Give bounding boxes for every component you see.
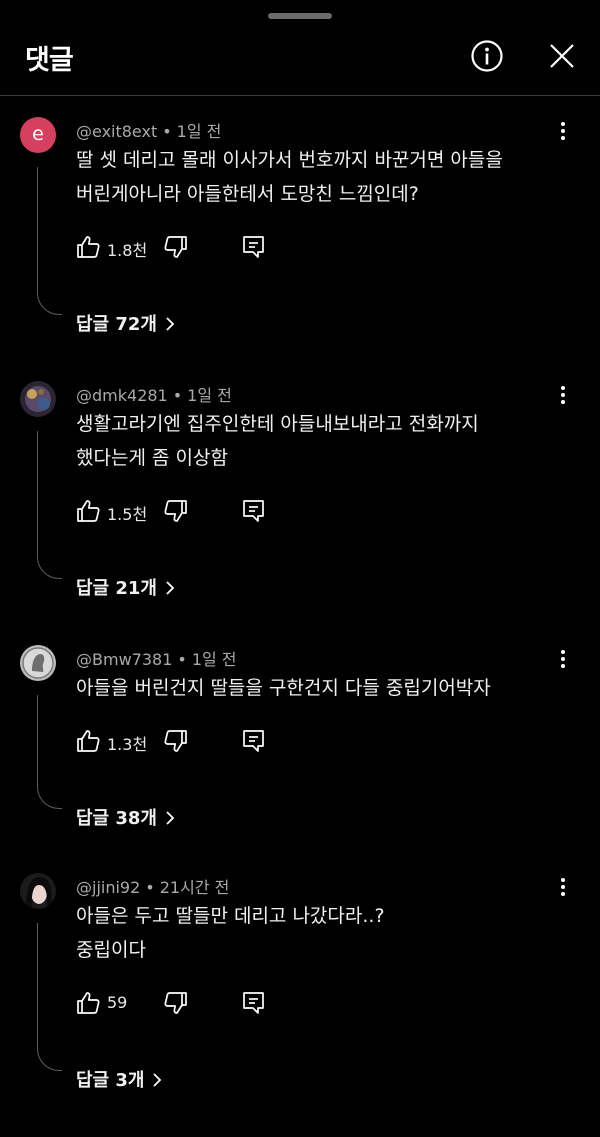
chevron-right-icon xyxy=(163,579,177,597)
comment-time: 1일 전 xyxy=(191,650,237,669)
like-count: 1.5천 xyxy=(107,505,148,524)
like-count: 1.3천 xyxy=(107,735,148,754)
thumbs-up-icon[interactable] xyxy=(74,497,102,525)
header-divider xyxy=(0,95,600,96)
comment-text: 딸 셋 데리고 몰래 이사가서 번호까지 바꾼거면 아들을 버린게아니라 아들한… xyxy=(76,143,556,211)
thumbs-down-icon[interactable] xyxy=(162,989,190,1017)
thread-line xyxy=(37,431,62,579)
info-icon[interactable] xyxy=(470,39,504,73)
comment-item: @Bmw7381 • 1일 전 아들을 버린건지 딸들을 구한건지 다들 중립기어박… xyxy=(0,645,600,909)
thumbs-down-icon[interactable] xyxy=(162,497,190,525)
more-options-icon[interactable] xyxy=(551,875,575,899)
thread-line xyxy=(37,923,62,1071)
comment-line: 아들을 버린건지 딸들을 구한건지 다들 중립기어박자 xyxy=(76,677,491,699)
more-options-icon[interactable] xyxy=(551,119,575,143)
thumbs-up-icon[interactable] xyxy=(74,989,102,1017)
thumbs-down-icon[interactable] xyxy=(162,727,190,755)
view-replies-button[interactable]: 답글 72개 xyxy=(76,310,177,336)
comment-time: 1일 전 xyxy=(187,386,232,405)
comment-author[interactable]: @jjini92 xyxy=(76,878,140,897)
comment-line: 했다는게 좀 이상함 xyxy=(76,447,228,469)
comment-text: 생활고라기엔 집주인한테 아들내보내라고 전화까지 했다는게 좀 이상함 xyxy=(76,407,556,475)
comment-author[interactable]: @dmk4281 xyxy=(76,386,168,405)
separator-dot: • xyxy=(172,386,183,405)
view-replies-button[interactable]: 답글 21개 xyxy=(76,574,177,600)
comment-line: 중립이다 xyxy=(76,939,146,961)
view-replies-button[interactable]: 답글 3개 xyxy=(76,1066,164,1092)
comment-meta: @exit8ext • 1일 전 xyxy=(76,118,221,142)
reply-icon[interactable] xyxy=(240,727,268,755)
thumbs-down-icon[interactable] xyxy=(162,233,190,261)
chevron-right-icon xyxy=(163,315,177,333)
comment-text: 아들을 버린건지 딸들을 구한건지 다들 중립기어박자 xyxy=(76,671,556,705)
comment-author[interactable]: @Bmw7381 xyxy=(76,650,172,669)
reply-icon[interactable] xyxy=(240,497,268,525)
close-icon[interactable] xyxy=(546,40,578,72)
replies-label: 답글 72개 xyxy=(76,314,157,335)
avatar[interactable] xyxy=(20,645,56,681)
replies-label: 답글 21개 xyxy=(76,578,157,599)
comment-item: e @exit8ext • 1일 전 딸 셋 데리고 몰래 이사가서 번호까지 바꾼… xyxy=(0,117,600,381)
separator-dot: • xyxy=(177,650,187,669)
like-count: 1.8천 xyxy=(107,241,148,260)
replies-label: 답글 38개 xyxy=(76,808,157,829)
comment-line: 버린게아니라 아들한테서 도망친 느낌인데? xyxy=(76,183,419,205)
comment-author[interactable]: @exit8ext xyxy=(76,122,157,141)
comment-meta: @dmk4281 • 1일 전 xyxy=(76,382,232,406)
avatar[interactable] xyxy=(20,381,56,417)
reply-icon[interactable] xyxy=(240,233,268,261)
thread-line xyxy=(37,695,62,809)
comment-text: 아들은 두고 딸들만 데리고 나갔다라..? 중립이다 xyxy=(76,899,556,967)
thumbs-up-icon[interactable] xyxy=(74,727,102,755)
drag-handle[interactable] xyxy=(268,13,332,19)
separator-dot: • xyxy=(162,122,172,141)
chevron-right-icon xyxy=(163,809,177,827)
comment-item: @jjini92 • 21시간 전 아들은 두고 딸들만 데리고 나갔다라..? 중… xyxy=(0,873,600,1137)
avatar[interactable]: e xyxy=(20,117,56,153)
like-count: 59 xyxy=(107,993,128,1012)
comment-time: 1일 전 xyxy=(176,122,222,141)
view-replies-button[interactable]: 답글 38개 xyxy=(76,804,177,830)
comment-line: 딸 셋 데리고 몰래 이사가서 번호까지 바꾼거면 아들을 xyxy=(76,149,503,171)
thumbs-up-icon[interactable] xyxy=(74,233,102,261)
replies-label: 답글 3개 xyxy=(76,1070,145,1091)
separator-dot: • xyxy=(145,878,155,897)
thread-line xyxy=(37,167,62,315)
comment-time: 21시간 전 xyxy=(159,878,230,897)
reply-icon[interactable] xyxy=(240,989,268,1017)
chevron-right-icon xyxy=(150,1071,164,1089)
page-title: 댓글 xyxy=(25,45,74,76)
comment-item: @dmk4281 • 1일 전 생활고라기엔 집주인한테 아들내보내라고 전화까지 … xyxy=(0,381,600,645)
avatar[interactable] xyxy=(20,873,56,909)
comment-line: 아들은 두고 딸들만 데리고 나갔다라..? xyxy=(76,905,385,927)
more-options-icon[interactable] xyxy=(551,383,575,407)
comment-meta: @jjini92 • 21시간 전 xyxy=(76,874,229,898)
more-options-icon[interactable] xyxy=(551,647,575,671)
comments-header: 댓글 xyxy=(0,26,600,88)
comment-line: 생활고라기엔 집주인한테 아들내보내라고 전화까지 xyxy=(76,413,479,435)
comment-meta: @Bmw7381 • 1일 전 xyxy=(76,646,237,670)
